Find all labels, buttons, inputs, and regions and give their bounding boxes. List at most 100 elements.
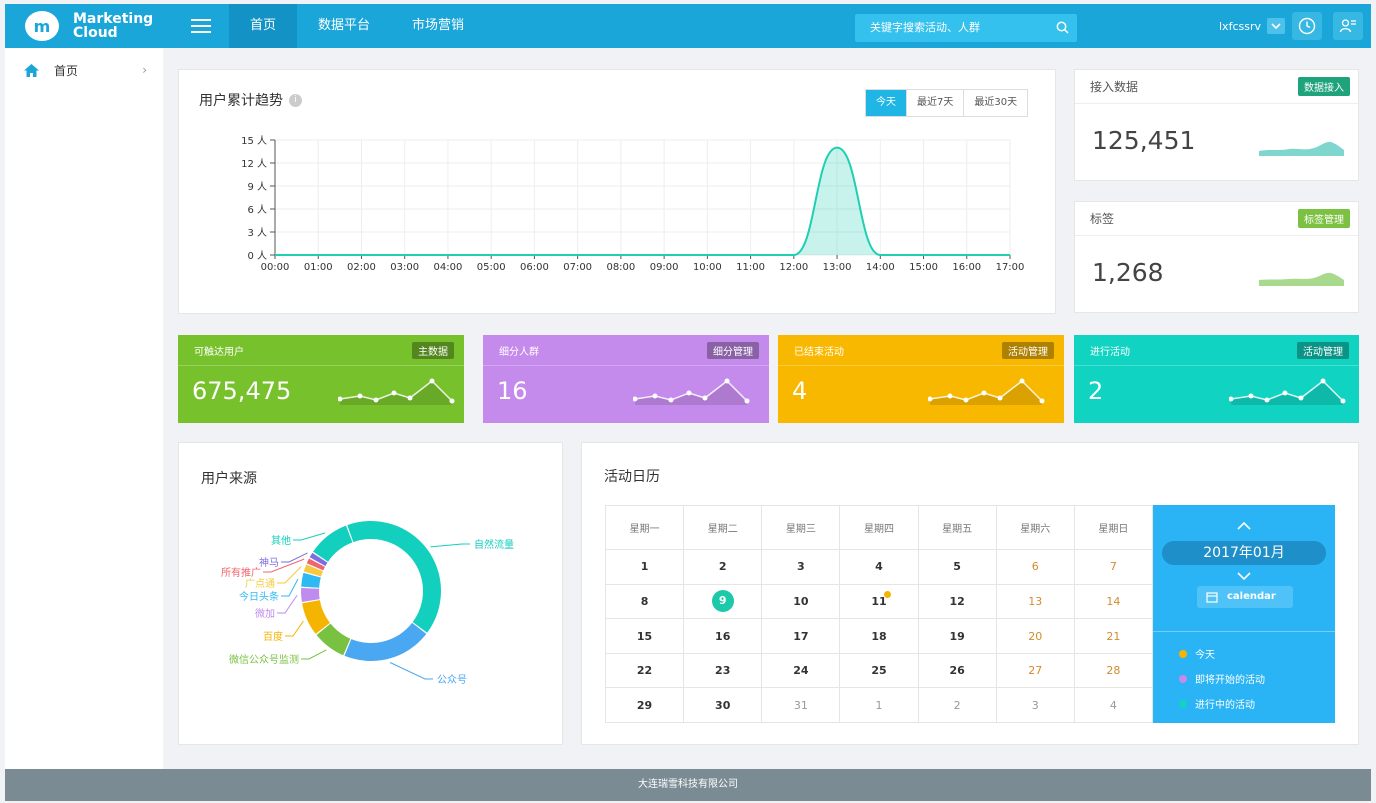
range-7days[interactable]: 最近7天: [906, 90, 963, 116]
menu-icon[interactable]: [191, 15, 211, 37]
calendar-day-today[interactable]: 9: [683, 583, 763, 620]
activity-calendar-panel: 活动日历 星期一 星期二 星期三 星期四 星期五 星期六 星期日 1 2 3 4…: [581, 442, 1359, 745]
chevron-right-icon: ›: [142, 63, 147, 77]
calendar-day[interactable]: 22: [604, 652, 685, 689]
calendar-day[interactable]: 12: [917, 583, 997, 620]
calendar-day[interactable]: 31: [761, 687, 841, 723]
donut-label: 今日头条: [239, 590, 279, 603]
user-trend-panel: 0 人 3 人 6 人 9 人 12 人 15 人 00:00 01:00 02:00 03:00…: [178, 69, 1056, 314]
user-settings-icon[interactable]: [1333, 12, 1363, 40]
stat-tag-button[interactable]: 活动管理: [1297, 341, 1349, 359]
donut-slice[interactable]: [301, 588, 320, 602]
main-nav: 首页 数据平台 市场营销: [229, 4, 485, 48]
y-tick-label: 0 人: [247, 250, 267, 262]
calendar-day[interactable]: 2: [683, 549, 763, 585]
calendar-day[interactable]: 27: [995, 652, 1075, 689]
nav-home[interactable]: 首页: [229, 4, 298, 48]
stat-title: 细分人群: [499, 346, 539, 358]
donut-slice[interactable]: [347, 521, 442, 633]
calendar-day[interactable]: 5: [917, 549, 997, 585]
calendar-day[interactable]: 14: [1073, 583, 1154, 620]
calendar-day-with-event[interactable]: 11: [839, 583, 919, 620]
sparkline-point: [373, 397, 379, 403]
info-icon[interactable]: i: [289, 93, 302, 107]
donut-label: 自然流量: [474, 538, 514, 551]
calendar-day[interactable]: 8: [604, 583, 685, 620]
sparkline-point: [449, 398, 455, 404]
calendar-day[interactable]: 29: [604, 687, 685, 723]
trend-line: [274, 146, 1010, 256]
weekday-label: 星期二: [683, 504, 763, 551]
donut-slice[interactable]: [313, 525, 353, 562]
stat-card-ended[interactable]: 已结束活动 活动管理 4: [778, 335, 1064, 423]
sidebar-item-home[interactable]: 首页 ›: [5, 48, 163, 92]
stat-card-segments[interactable]: 细分人群 细分管理 16: [483, 335, 769, 423]
logo[interactable]: m Marketing Cloud: [5, 4, 185, 48]
search-input[interactable]: 关键字搜索活动、人群: [855, 14, 1077, 42]
calendar-day[interactable]: 23: [683, 652, 763, 689]
sparkline-point: [1298, 395, 1304, 401]
chevron-down-icon[interactable]: [1266, 18, 1285, 34]
chevron-up-icon[interactable]: [1237, 519, 1251, 533]
search-placeholder: 关键字搜索活动、人群: [870, 21, 980, 34]
calendar-day[interactable]: 16: [683, 618, 763, 654]
calendar-day[interactable]: 1: [839, 687, 919, 723]
access-tag-button[interactable]: 数据接入: [1298, 77, 1350, 96]
calendar-day[interactable]: 30: [683, 687, 763, 723]
calendar-day[interactable]: 19: [917, 618, 997, 654]
calendar-day[interactable]: 10: [761, 583, 841, 620]
stat-title: 进行活动: [1090, 346, 1130, 358]
sparkline-point: [668, 397, 674, 403]
calendar-day[interactable]: 4: [839, 549, 919, 585]
calendar-button[interactable]: calendar: [1197, 586, 1293, 608]
calendar-day[interactable]: 7: [1073, 549, 1154, 585]
calendar-day[interactable]: 21: [1073, 618, 1154, 654]
clock-icon[interactable]: [1292, 12, 1322, 40]
chevron-down-icon[interactable]: [1237, 569, 1251, 583]
stat-tag-button[interactable]: 活动管理: [1002, 341, 1054, 359]
stat-tag-button[interactable]: 主数据: [412, 341, 454, 359]
calendar-day[interactable]: 24: [761, 652, 841, 689]
donut-label: 神马: [259, 556, 279, 569]
x-tick-label: 04:00: [434, 262, 463, 273]
donut-label-line: [285, 620, 304, 637]
search-icon[interactable]: [1056, 21, 1069, 34]
calendar-day[interactable]: 18: [839, 618, 919, 654]
weekday-label: 星期日: [1073, 504, 1154, 551]
x-tick-label: 07:00: [563, 262, 592, 273]
range-30days[interactable]: 最近30天: [963, 90, 1027, 116]
today-marker: 9: [711, 590, 734, 613]
nav-marketing[interactable]: 市场营销: [391, 4, 485, 48]
top-bar: m Marketing Cloud 首页 数据平台 市场营销 关键字搜索活动、人群…: [5, 4, 1371, 48]
access-sparkline: [1259, 141, 1344, 156]
sparkline-point: [429, 378, 435, 384]
stat-card-reachable[interactable]: 可触达用户 主数据 675,475: [178, 335, 464, 423]
user-source-panel: 用户来源 自然流量 公众号 微信公众号监测 百度 微加 今日头条 广点通 所有推广 神马 其他: [178, 442, 563, 745]
calendar-day[interactable]: 26: [917, 652, 997, 689]
calendar-day[interactable]: 20: [995, 618, 1075, 654]
donut-slice[interactable]: [344, 622, 427, 661]
calendar-day[interactable]: 4: [1073, 687, 1154, 723]
donut-label: 百度: [263, 630, 283, 643]
stat-tag-button[interactable]: 细分管理: [707, 341, 759, 359]
calendar-day[interactable]: 1: [604, 549, 685, 585]
donut-label: 其他: [271, 534, 291, 547]
tags-manage-button[interactable]: 标签管理: [1298, 209, 1350, 228]
sparkline-point: [1039, 398, 1045, 404]
calendar-day[interactable]: 2: [917, 687, 997, 723]
calendar-day[interactable]: 6: [995, 549, 1075, 585]
calendar-day[interactable]: 28: [1073, 652, 1154, 689]
nav-data-platform[interactable]: 数据平台: [297, 4, 391, 48]
calendar-day[interactable]: 15: [604, 618, 685, 654]
donut-label-line: [301, 649, 327, 660]
calendar-day[interactable]: 3: [995, 687, 1075, 723]
weekday-label: 星期一: [604, 504, 685, 551]
calendar-day[interactable]: 25: [839, 652, 919, 689]
calendar-day[interactable]: 13: [995, 583, 1075, 620]
range-today[interactable]: 今天: [866, 90, 906, 116]
user-menu[interactable]: lxfcssrv: [1219, 18, 1285, 34]
calendar-day[interactable]: 17: [761, 618, 841, 654]
stat-card-active[interactable]: 进行活动 活动管理 2: [1074, 335, 1359, 423]
calendar-day[interactable]: 3: [761, 549, 841, 585]
stat-title: 可触达用户: [194, 346, 244, 358]
